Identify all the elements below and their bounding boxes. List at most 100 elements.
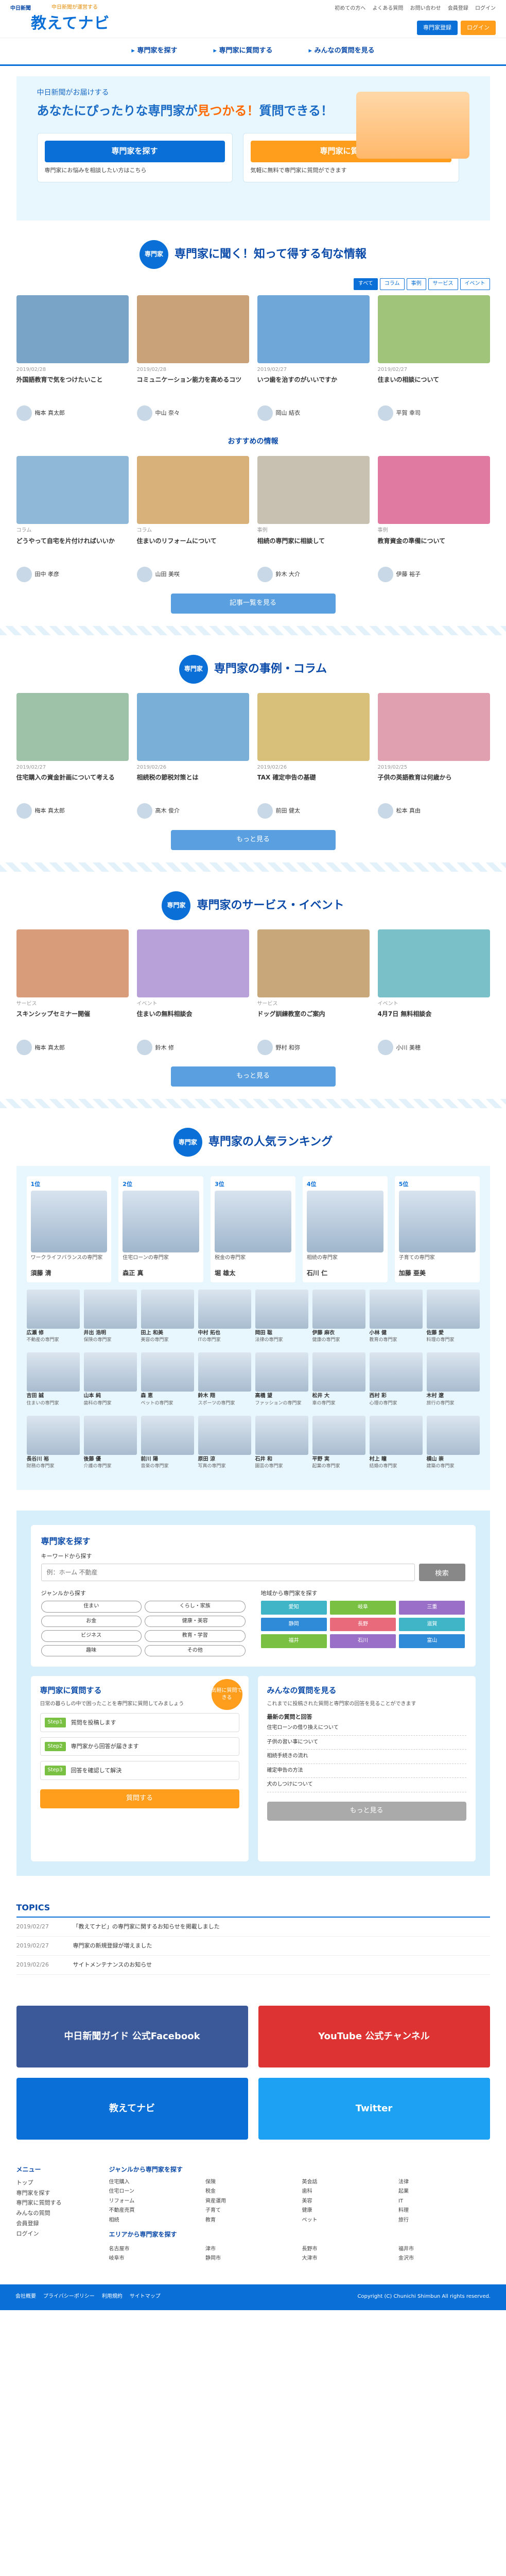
ranking-item[interactable]: 岡田 聡法律の専門家 xyxy=(255,1289,308,1349)
top-link[interactable]: 初めての方へ xyxy=(335,6,365,11)
article-title[interactable]: 4月7日 無料相談会 xyxy=(378,1010,490,1038)
top-link[interactable]: よくある質問 xyxy=(372,6,403,11)
ranking-item[interactable]: 佐藤 愛料理の専門家 xyxy=(426,1289,480,1349)
expert-name[interactable]: 松井 大 xyxy=(312,1393,365,1400)
article-title[interactable]: 住まいの無料相談会 xyxy=(137,1010,249,1038)
article-card[interactable]: 2019/02/28 コミュニケーション能力を高めるコツ 中山 奈々 xyxy=(136,295,249,421)
footer-link[interactable]: 専門家に質問する xyxy=(16,2198,99,2208)
area-button[interactable]: 岐阜 xyxy=(329,1601,396,1615)
footer-genre-link[interactable]: 美容 xyxy=(302,2197,394,2207)
article-card[interactable]: サービス スキンシップセミナー開催 梅本 真太郎 xyxy=(16,929,129,1056)
footer-area-link[interactable]: 大津市 xyxy=(302,2254,394,2264)
more-button[interactable]: 記事一覧を見る xyxy=(170,593,336,614)
ranking-item[interactable]: 平野 実起業の専門家 xyxy=(312,1415,365,1475)
author-name[interactable]: 小川 美穂 xyxy=(396,1044,421,1052)
ranking-item[interactable]: 吉田 誠住まいの専門家 xyxy=(26,1352,80,1412)
expert-name[interactable]: 村上 瞳 xyxy=(370,1456,423,1464)
ranking-item[interactable]: 山本 純歯科の専門家 xyxy=(83,1352,137,1412)
expert-name[interactable]: 田上 和美 xyxy=(141,1330,194,1337)
article-title[interactable]: コミュニケーション能力を高めるコツ xyxy=(137,376,249,403)
topic-row[interactable]: 2019/02/27 「教えてナビ」の専門家に関するお知らせを掲載しました xyxy=(16,1918,490,1937)
footer-link[interactable]: ログイン xyxy=(16,2229,99,2239)
question-item[interactable]: 犬のしつけについて xyxy=(267,1778,466,1792)
question-item[interactable]: 住宅ローンの借り換えについて xyxy=(267,1721,466,1736)
article-title[interactable]: 相続税の節税対策とは xyxy=(137,773,249,801)
ranking-item[interactable]: 松井 大車の専門家 xyxy=(312,1352,365,1412)
footer-link[interactable]: トップ xyxy=(16,2178,99,2188)
qa-more-button[interactable]: もっと見る xyxy=(267,1801,466,1821)
area-button[interactable]: 長野 xyxy=(329,1617,396,1632)
topic-row[interactable]: 2019/02/27 専門家の新規登録が増えました xyxy=(16,1937,490,1956)
article-card[interactable]: イベント 4月7日 無料相談会 小川 美穂 xyxy=(377,929,490,1056)
author-name[interactable]: 田中 孝彦 xyxy=(35,570,60,579)
expert-name[interactable]: 原田 涼 xyxy=(198,1456,251,1464)
expert-name[interactable]: 高橋 望 xyxy=(255,1393,308,1400)
footer-bottom-link[interactable]: 会社概要 xyxy=(15,2294,36,2299)
ranking-item[interactable]: 原田 涼写真の専門家 xyxy=(198,1415,251,1475)
nav-find-expert[interactable]: 専門家を探す xyxy=(131,46,177,56)
top-link[interactable]: 会員登録 xyxy=(448,6,468,11)
author-name[interactable]: 鈴木 修 xyxy=(155,1044,175,1052)
footer-genre-link[interactable]: 資産運用 xyxy=(205,2197,297,2207)
footer-genre-link[interactable]: 保険 xyxy=(205,2178,297,2188)
expert-name[interactable]: 中村 拓也 xyxy=(198,1330,251,1337)
author-name[interactable]: 山田 美咲 xyxy=(155,570,180,579)
article-card[interactable]: サービス ドッグ訓練教室のご案内 野村 和弥 xyxy=(257,929,370,1056)
site-logo[interactable]: 教えてナビ xyxy=(31,12,110,35)
footer-bottom-link[interactable]: 利用規約 xyxy=(102,2294,123,2299)
article-card[interactable]: イベント 住まいの無料相談会 鈴木 修 xyxy=(136,929,249,1056)
expert-name[interactable]: 後藤 優 xyxy=(84,1456,137,1464)
footer-genre-link[interactable]: 英会話 xyxy=(302,2178,394,2188)
footer-genre-link[interactable]: 法律 xyxy=(398,2178,490,2188)
article-card[interactable]: 2019/02/27 住宅購入の資金計画について考える 梅本 真太郎 xyxy=(16,692,129,819)
footer-genre-link[interactable]: ペット xyxy=(302,2216,394,2226)
expert-name[interactable]: 西村 彩 xyxy=(370,1393,423,1400)
article-title[interactable]: 子供の英語教育は何歳から xyxy=(378,773,490,801)
footer-area-link[interactable]: 静岡市 xyxy=(205,2254,297,2264)
ranking-card[interactable]: 2位 住宅ローンの専門家 森正 真 xyxy=(118,1176,204,1282)
tab-case[interactable]: 事例 xyxy=(406,278,426,290)
expert-name[interactable]: 石川 仁 xyxy=(307,1269,383,1278)
ranking-item[interactable]: 横山 崇建築の専門家 xyxy=(426,1415,480,1475)
footer-link[interactable]: 会員登録 xyxy=(16,2218,99,2229)
genre-pill[interactable]: お金 xyxy=(41,1615,142,1628)
footer-link[interactable]: みんなの質問 xyxy=(16,2208,99,2218)
genre-pill[interactable]: その他 xyxy=(145,1645,246,1657)
ranking-item[interactable]: 広瀬 修不動産の専門家 xyxy=(26,1289,80,1349)
expert-name[interactable]: 加藤 亜美 xyxy=(399,1269,476,1278)
article-card[interactable]: 事例 相続の専門家に相談して 鈴木 大介 xyxy=(257,456,370,582)
expert-name[interactable]: 横山 崇 xyxy=(427,1456,480,1464)
expert-name[interactable]: 須藤 清 xyxy=(31,1269,108,1278)
article-title[interactable]: どうやって自宅を片付ければいいか xyxy=(16,537,129,565)
ranking-item[interactable]: 長谷川 裕財務の専門家 xyxy=(26,1415,80,1475)
ranking-item[interactable]: 井出 浩明 保険の専門家 xyxy=(83,1289,137,1349)
area-button[interactable]: 石川 xyxy=(329,1634,396,1648)
expert-name[interactable]: 森 恵 xyxy=(141,1393,194,1400)
footer-area-link[interactable]: 長野市 xyxy=(302,2245,394,2255)
genre-pill[interactable]: ビジネス xyxy=(41,1630,142,1642)
article-card[interactable]: 2019/02/25 子供の英語教育は何歳から 松本 真由 xyxy=(377,692,490,819)
author-name[interactable]: 梅本 真太郎 xyxy=(35,409,65,417)
ask-button[interactable]: 質問する xyxy=(40,1789,239,1808)
footer-link[interactable]: 専門家を探す xyxy=(16,2188,99,2198)
register-button[interactable]: 専門家登録 xyxy=(417,21,458,35)
expert-name[interactable]: 石井 和 xyxy=(255,1456,308,1464)
top-link[interactable]: お問い合わせ xyxy=(410,6,441,11)
ranking-item[interactable]: 木村 遼旅行の専門家 xyxy=(426,1352,480,1412)
author-name[interactable]: 岡山 結衣 xyxy=(276,409,301,417)
expert-name[interactable]: 木村 遼 xyxy=(427,1393,480,1400)
more-button[interactable]: もっと見る xyxy=(170,1066,336,1087)
genre-pill[interactable]: くらし・家族 xyxy=(145,1601,246,1613)
ranking-item[interactable]: 前川 陽音楽の専門家 xyxy=(141,1415,194,1475)
article-card[interactable]: コラム 住まいのリフォームについて 山田 美咲 xyxy=(136,456,249,582)
article-title[interactable]: 外国語教育で気をつけたいこと xyxy=(16,376,129,403)
author-name[interactable]: 野村 和弥 xyxy=(276,1044,301,1052)
topic-text[interactable]: 「教えてナビ」の専門家に関するお知らせを掲載しました xyxy=(73,1923,220,1931)
ranking-item[interactable]: 西村 彩心理の専門家 xyxy=(369,1352,423,1412)
footer-genre-link[interactable]: 税金 xyxy=(205,2187,297,2197)
footer-bottom-link[interactable]: プライバシーポリシー xyxy=(43,2294,95,2299)
footer-genre-link[interactable]: 旅行 xyxy=(398,2216,490,2226)
footer-bottom-link[interactable]: サイトマップ xyxy=(130,2294,161,2299)
expert-name[interactable]: 森正 真 xyxy=(123,1269,199,1278)
expert-name[interactable]: 井出 浩明 xyxy=(84,1330,137,1337)
